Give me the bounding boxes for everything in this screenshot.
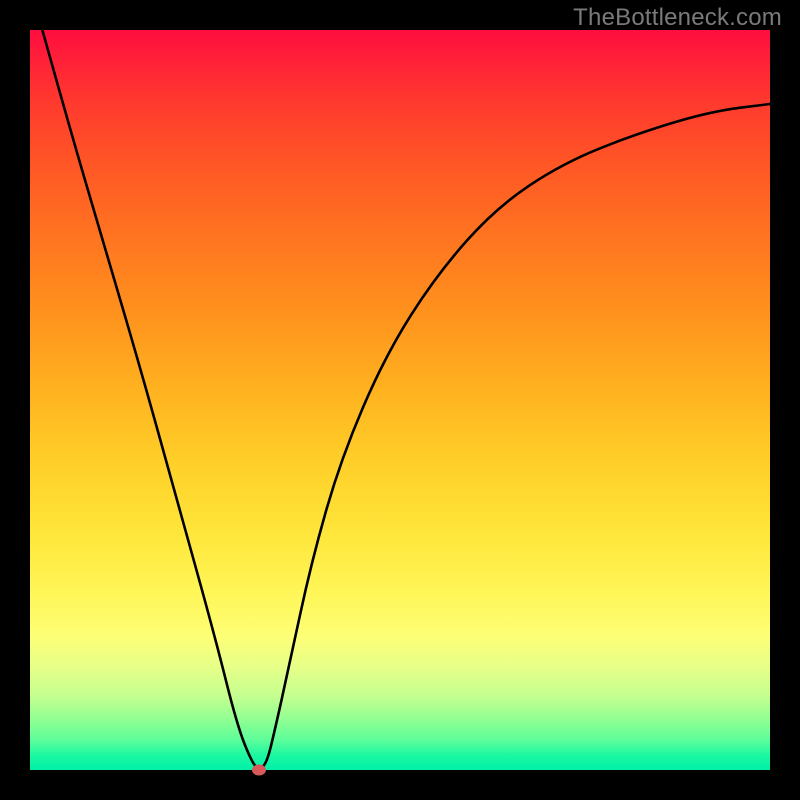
watermark-text: TheBottleneck.com: [573, 4, 782, 32]
plot-area: [30, 30, 770, 770]
chart-frame: TheBottleneck.com: [0, 0, 800, 800]
minimum-marker: [252, 765, 266, 776]
curve-path: [30, 30, 770, 768]
chart-svg: [30, 30, 770, 770]
